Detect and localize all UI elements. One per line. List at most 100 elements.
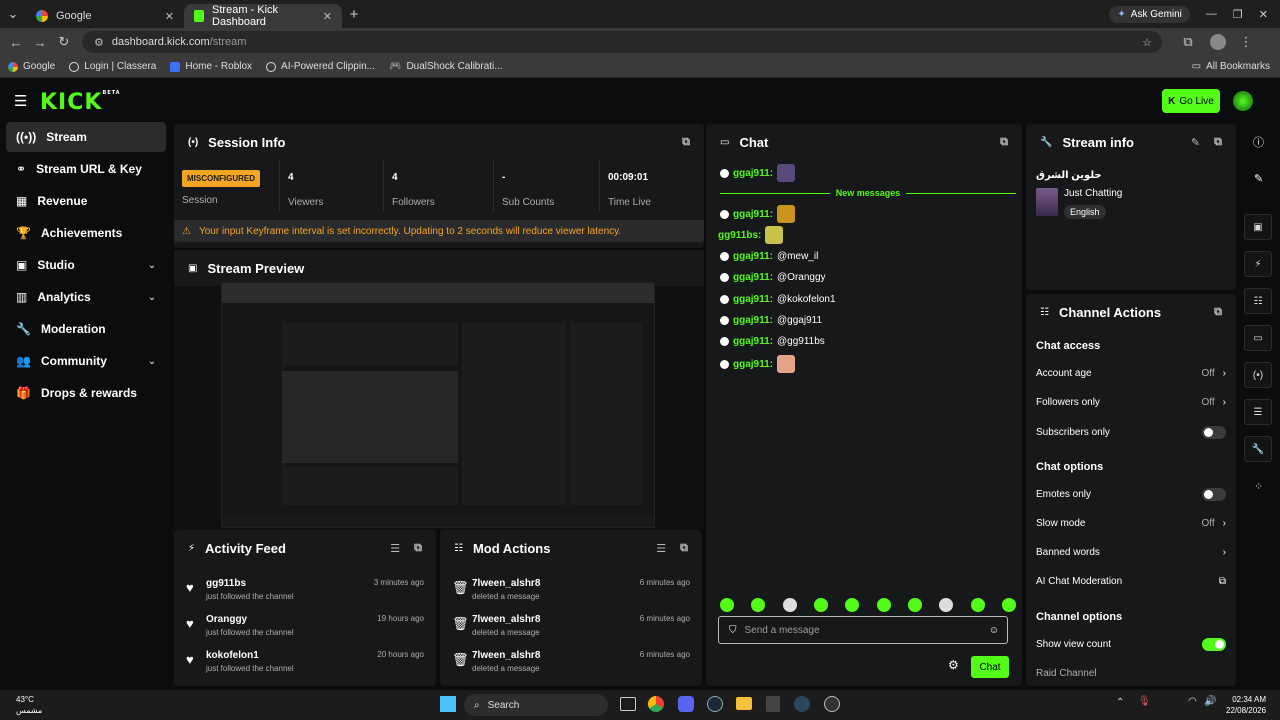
taskbar-search[interactable]: ⌕ Search <box>464 694 608 716</box>
moderator-name[interactable]: 7lween_alshr8 <box>472 650 540 661</box>
steam-icon[interactable] <box>707 696 723 712</box>
info-icon[interactable]: ⓘ <box>1253 134 1264 150</box>
steam-alt-icon[interactable] <box>794 696 810 712</box>
sidebar-item-drops-rewards[interactable]: 🎁 Drops & rewards <box>6 378 166 408</box>
emote-icon[interactable] <box>782 598 797 612</box>
chevron-down-icon[interactable]: ⌄ <box>148 356 156 367</box>
emote-icon[interactable] <box>813 598 828 612</box>
bookmark-classera[interactable]: Login | Classera <box>69 61 156 72</box>
emote-icon[interactable] <box>751 598 766 612</box>
rail-mod-actions-button[interactable]: ☷ <box>1244 288 1272 314</box>
reload-icon[interactable]: ↻ <box>52 34 76 50</box>
rail-stream-button[interactable]: (•) <box>1244 362 1272 388</box>
task-view-icon[interactable] <box>620 697 636 711</box>
popout-icon[interactable]: ⧉ <box>680 542 688 555</box>
follower-name[interactable]: kokofelon1 <box>206 650 259 661</box>
popout-icon[interactable]: ⧉ <box>414 542 422 555</box>
emote-icon[interactable] <box>845 598 860 612</box>
chat-username[interactable]: ggaj911: <box>733 336 773 347</box>
chat-input[interactable]: ⛉ Send a message ☺ <box>718 616 1008 644</box>
sidebar-item-stream[interactable]: ((•)) Stream <box>6 122 166 152</box>
windows-start-icon[interactable] <box>440 696 456 712</box>
close-icon[interactable]: ✕ <box>165 10 174 23</box>
url-input[interactable]: ⚙ dashboard.kick.com/stream ☆ <box>82 31 1162 53</box>
followers-only-option[interactable]: Followers only Off › <box>1036 397 1226 408</box>
star-icon[interactable]: ☆ <box>1142 36 1152 49</box>
obs-icon[interactable] <box>824 696 840 712</box>
sidebar-item-revenue[interactable]: ▦ Revenue <box>6 186 166 216</box>
system-clock[interactable]: 02:34 AM 22/08/2026 <box>1226 694 1266 716</box>
minimize-icon[interactable]: — <box>1206 8 1217 20</box>
emotes-only-toggle[interactable] <box>1202 488 1226 501</box>
popout-icon[interactable]: ⧉ <box>1000 136 1008 149</box>
send-chat-button[interactable]: Chat <box>971 656 1009 678</box>
browser-tab-google[interactable]: Google ✕ <box>26 4 184 28</box>
popout-icon[interactable]: ⧉ <box>682 136 690 149</box>
profile-avatar[interactable] <box>1210 34 1226 50</box>
maximize-icon[interactable]: ❐ <box>1233 8 1243 21</box>
popout-icon[interactable]: ⧉ <box>1214 306 1222 319</box>
close-window-icon[interactable]: ✕ <box>1259 8 1268 21</box>
emote-icon[interactable] <box>720 598 734 612</box>
chat-username[interactable]: ggaj911: <box>733 315 773 326</box>
slow-mode-option[interactable]: Slow mode Off › <box>1036 518 1226 529</box>
stream-preview-video[interactable] <box>221 282 655 528</box>
avatar[interactable] <box>1233 91 1253 111</box>
bookmark-clipping[interactable]: AI-Powered Clippin... <box>266 61 375 72</box>
wifi-icon[interactable]: ◠ <box>1188 696 1197 707</box>
banned-words-option[interactable]: Banned words › <box>1036 547 1226 558</box>
kick-logo[interactable]: KICKBETA <box>40 90 121 115</box>
popout-icon[interactable]: ⧉ <box>1214 136 1222 149</box>
sidebar-item-achievements[interactable]: 🏆 Achievements <box>6 218 166 248</box>
chevron-up-icon[interactable]: ⌃ <box>1116 697 1124 708</box>
tab-list-icon[interactable]: ⌄ <box>0 6 26 22</box>
close-icon[interactable]: ✕ <box>323 10 332 23</box>
moderator-name[interactable]: 7lween_alshr8 <box>472 614 540 625</box>
moderator-name[interactable]: 7lween_alshr8 <box>472 578 540 589</box>
hamburger-menu-icon[interactable]: ☰ <box>14 92 27 110</box>
rail-session-button[interactable]: ▣ <box>1244 214 1272 240</box>
account-age-option[interactable]: Account age Off › <box>1036 368 1226 379</box>
bookmark-google[interactable]: Google <box>8 61 55 72</box>
emote-icon[interactable] <box>907 598 922 612</box>
file-explorer-icon[interactable] <box>736 697 752 710</box>
chrome-icon[interactable] <box>648 696 664 712</box>
weather-widget[interactable]: 43°C مشمس <box>16 694 42 716</box>
chat-username[interactable]: gg911bs: <box>718 230 761 241</box>
apps-icon[interactable]: ⁘ <box>1254 480 1263 493</box>
show-view-count-toggle[interactable] <box>1202 638 1226 651</box>
microphone-icon[interactable]: 🎙 <box>1138 696 1151 707</box>
chat-username[interactable]: ggaj911: <box>733 251 773 262</box>
new-tab-icon[interactable]: + <box>342 6 366 23</box>
rail-stream-info-button[interactable]: 🔧 <box>1244 436 1272 462</box>
emoji-icon[interactable]: ☺ <box>989 625 999 636</box>
sidebar-item-moderation[interactable]: 🔧 Moderation <box>6 314 166 344</box>
extensions-icon[interactable]: ⧉ <box>1176 34 1200 50</box>
sidebar-item-community[interactable]: 👥 Community ⌄ <box>6 346 166 376</box>
filter-icon[interactable]: ☰ <box>656 542 666 555</box>
chevron-down-icon[interactable]: ⌄ <box>148 292 156 303</box>
site-info-icon[interactable]: ⚙ <box>94 36 104 49</box>
rail-activity-button[interactable]: ⚡ <box>1244 251 1272 277</box>
app-icon[interactable] <box>766 696 780 712</box>
edit-icon[interactable]: ✎ <box>1254 172 1263 185</box>
chat-username[interactable]: ggaj911: <box>733 272 773 283</box>
ask-gemini-button[interactable]: ✦ Ask Gemini <box>1109 5 1190 23</box>
follower-name[interactable]: gg911bs <box>206 578 246 589</box>
forward-icon[interactable]: → <box>28 35 52 50</box>
sidebar-item-stream-url-key[interactable]: ⚭ Stream URL & Key <box>6 154 166 184</box>
chat-username[interactable]: ggaj911: <box>733 359 773 370</box>
all-bookmarks[interactable]: ▭ All Bookmarks <box>1192 61 1270 72</box>
emote-icon[interactable] <box>1001 598 1016 612</box>
category-name[interactable]: Just Chatting <box>1064 188 1122 199</box>
edit-icon[interactable]: ✎ <box>1191 136 1200 149</box>
bookmark-dualshock[interactable]: 🎮 DualShock Calibrati... <box>389 61 503 72</box>
filter-icon[interactable]: ☰ <box>390 542 400 555</box>
subscribers-only-toggle[interactable] <box>1202 426 1226 439</box>
chat-username[interactable]: ggaj911: <box>733 209 773 220</box>
volume-icon[interactable]: 🔊 <box>1204 696 1216 707</box>
discord-icon[interactable] <box>678 696 694 712</box>
chevron-down-icon[interactable]: ⌄ <box>148 260 156 271</box>
emote-icon[interactable] <box>939 598 954 612</box>
chat-username[interactable]: ggaj911: <box>733 168 773 179</box>
